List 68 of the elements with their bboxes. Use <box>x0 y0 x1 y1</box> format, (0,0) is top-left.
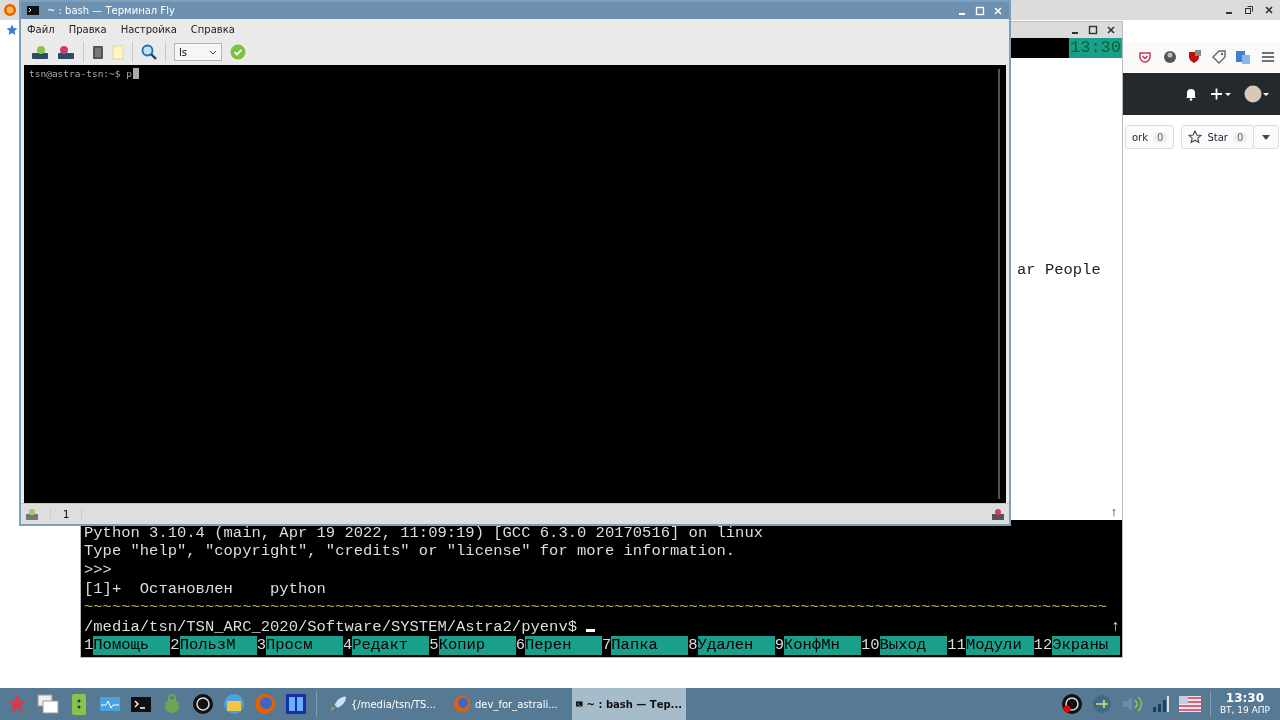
terminal-text: ar People <box>1017 261 1101 279</box>
browser-icon[interactable] <box>3 3 17 17</box>
signal-icon[interactable] <box>1151 695 1170 713</box>
plus-icon[interactable] <box>1210 87 1232 101</box>
command-prompt: tsn@astra-tsn:~$ p <box>29 68 132 79</box>
count-badge: 0 <box>1232 131 1248 143</box>
maximize-button[interactable] <box>1088 25 1098 35</box>
scroll-mark: ↑ <box>1110 504 1118 520</box>
flag-icon[interactable] <box>1178 696 1201 712</box>
button-label: ork <box>1132 131 1149 143</box>
windows-icon[interactable] <box>37 693 59 715</box>
extension-icon[interactable] <box>1162 50 1177 64</box>
close-icon[interactable] <box>1264 5 1274 15</box>
record-icon[interactable] <box>192 693 214 715</box>
menu-item[interactable]: Правка <box>68 23 107 35</box>
star-icon[interactable] <box>6 24 18 36</box>
scroll-mark: ↑ <box>1110 617 1120 637</box>
browser-icon <box>453 695 471 713</box>
menu-item[interactable]: Файл <box>27 23 55 35</box>
clock: 13:30 <box>1069 38 1122 58</box>
shield-icon[interactable] <box>1187 50 1202 64</box>
search-icon[interactable] <box>141 44 157 60</box>
translate-icon[interactable] <box>1236 50 1251 64</box>
caret-icon <box>1262 134 1271 140</box>
avatar-icon[interactable] <box>1244 85 1270 103</box>
tag-icon[interactable] <box>1211 50 1226 64</box>
caret-icon <box>209 49 217 55</box>
taskbar-task[interactable]: {/media/tsn/TS... <box>326 688 440 720</box>
menu-item[interactable]: Справка <box>190 23 235 35</box>
restore-button[interactable] <box>1244 5 1254 15</box>
user-remove-icon[interactable] <box>992 508 1004 520</box>
taskbar-task[interactable]: ~ : bash — Тер... <box>572 688 686 720</box>
command-prompt: /media/tsn/TSN_ARC_2020/Software/SYSTEM/Astra2/pyenv$ <box>84 617 577 637</box>
lock-icon[interactable] <box>26 508 38 520</box>
terminal-line: [1]+ Остановлен python <box>84 579 327 599</box>
user-remove-icon[interactable] <box>57 44 75 60</box>
star-icon <box>1188 130 1203 144</box>
repo-button[interactable]: Star 0 <box>1181 125 1255 149</box>
count-badge: 0 <box>1153 131 1168 143</box>
taskbar-task[interactable]: dev_for_astrali... <box>449 688 563 720</box>
repo-button[interactable]: ork 0 <box>1125 125 1175 149</box>
cursor <box>132 68 139 79</box>
folder-icon[interactable] <box>223 693 245 715</box>
scrollbar[interactable] <box>998 69 1000 499</box>
terminal-icon <box>27 6 39 15</box>
menu-item[interactable]: Настройка <box>120 23 177 35</box>
copy-icon[interactable] <box>92 44 104 60</box>
button-label: Star <box>1207 131 1228 143</box>
rocket-icon <box>330 695 347 713</box>
terminal-line: Type "help", "copyright", "credits" or "license" for more information. <box>84 542 737 562</box>
cursor <box>586 629 595 633</box>
user-add-icon[interactable] <box>31 44 49 60</box>
start-menu-icon[interactable] <box>6 693 28 715</box>
bell-icon[interactable] <box>1184 87 1198 101</box>
terminal-line: >>> <box>84 561 113 580</box>
check-icon[interactable] <box>230 44 246 60</box>
window-title: ~ : bash — Терминал Fly <box>47 5 175 16</box>
pocket-icon[interactable] <box>1138 50 1153 64</box>
close-icon[interactable] <box>1106 25 1116 35</box>
clock[interactable]: 13:30 ВТ, 19 АПР <box>1219 692 1274 716</box>
dropdown-button[interactable] <box>1253 125 1280 149</box>
session-tab[interactable]: 1 <box>50 508 83 520</box>
menu-icon[interactable] <box>1260 50 1275 64</box>
record-icon[interactable] <box>1060 693 1083 715</box>
terminal-line: Python 3.10.4 (main, Apr 19 2022, 11:09:19) [GCC 6.3.0 20170516] on linux <box>84 523 764 543</box>
grid-icon[interactable] <box>285 693 307 715</box>
command-dropdown[interactable]: ls <box>174 43 222 61</box>
separator-line: ~~~~~~~~~~~~~~~~~~~~~~~~~~~~~~~~~~~~~~~~~~~~~~~~~~~~~~~~~~~~~~~~~~~~~~~~~~~~~~~~~~~~~~~~~~~~~~~~~~~~~~~~~~~~~~ <box>84 600 1109 613</box>
